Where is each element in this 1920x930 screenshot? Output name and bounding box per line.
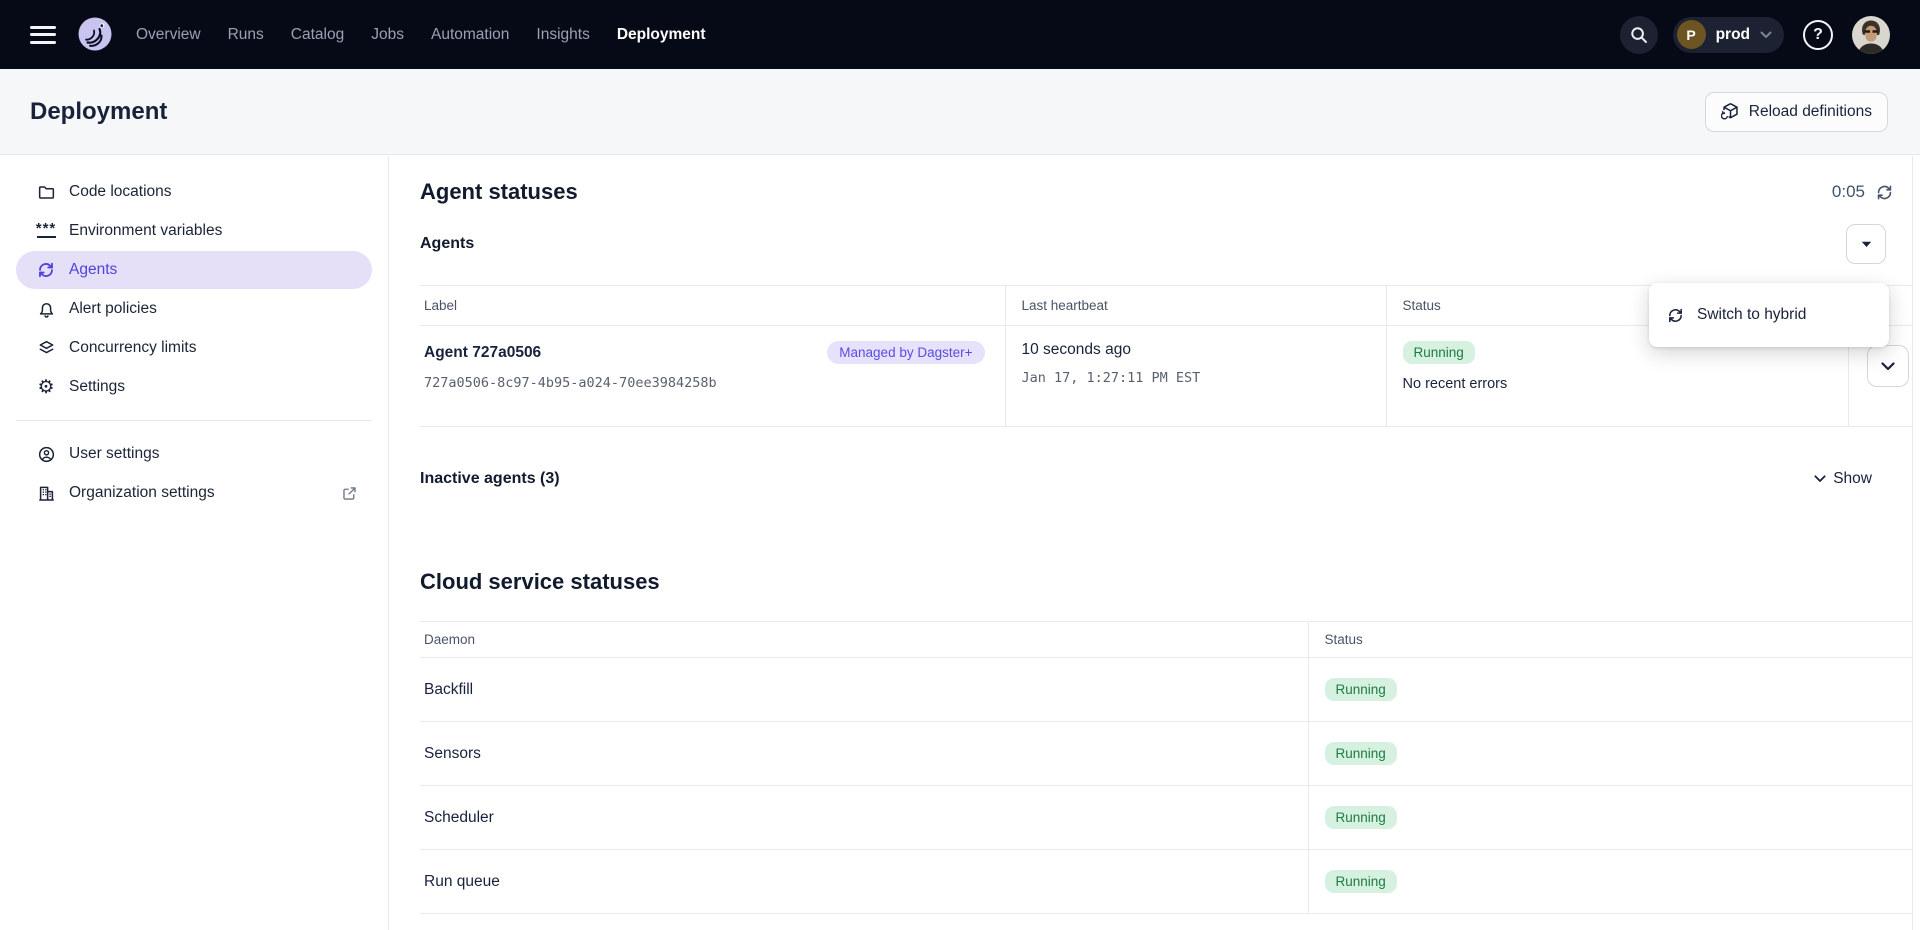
agent-id: 727a0506-8c97-4b95-a024-70ee3984258b: [424, 375, 1005, 391]
help-button[interactable]: ?: [1799, 16, 1837, 54]
daemon-row-sensors: Sensors Running: [420, 722, 1912, 786]
bell-icon: [36, 299, 56, 319]
status-badge: Running: [1325, 742, 1397, 765]
hamburger-menu-icon[interactable]: [30, 26, 56, 44]
cloud-services-table: Daemon Status Backfill Running Sensors R…: [420, 621, 1912, 914]
sidebar-item-organization-settings[interactable]: Organization settings: [16, 474, 372, 512]
status-badge: Running: [1325, 806, 1397, 829]
daemon-name: Run queue: [420, 873, 500, 890]
nav-link-jobs[interactable]: Jobs: [371, 26, 404, 44]
search-icon: [1629, 25, 1649, 45]
daemon-name: Scheduler: [420, 809, 494, 826]
sidebar-item-label: Concurrency limits: [69, 339, 196, 357]
help-icon: ?: [1803, 20, 1833, 50]
column-header-last-heartbeat: Last heartbeat: [1005, 286, 1386, 326]
nav-link-deployment[interactable]: Deployment: [617, 26, 706, 44]
user-circle-icon: [36, 444, 56, 464]
deployment-avatar: P: [1677, 20, 1706, 49]
nav-link-runs[interactable]: Runs: [228, 26, 264, 44]
sidebar-item-agents[interactable]: Agents: [16, 251, 372, 289]
status-badge: Running: [1325, 870, 1397, 893]
agents-actions-menu: Switch to hybrid: [1649, 283, 1889, 347]
agent-row-expand-button[interactable]: [1867, 345, 1909, 387]
sidebar-divider: [16, 420, 372, 421]
column-header-daemon: Daemon: [420, 622, 1308, 658]
sidebar-item-user-settings[interactable]: User settings: [16, 435, 372, 473]
sidebar-item-label: Alert policies: [69, 300, 157, 318]
chevron-down-icon: [1814, 475, 1826, 483]
sidebar-item-environment-variables[interactable]: Environment variables: [16, 212, 372, 250]
show-toggle-label: Show: [1833, 470, 1872, 488]
layers-icon: [36, 338, 56, 358]
dagster-logo-icon[interactable]: [74, 14, 116, 56]
daemon-row-backfill: Backfill Running: [420, 658, 1912, 722]
sidebar-item-label: Organization settings: [69, 484, 215, 502]
folder-icon: [36, 182, 56, 202]
daemon-name: Backfill: [420, 681, 473, 698]
inactive-agents-title: Inactive agents (3): [420, 470, 560, 488]
agents-section-title: Agents: [420, 235, 474, 253]
refresh-icon: [1875, 183, 1894, 202]
reload-definitions-button[interactable]: Reload definitions: [1705, 92, 1888, 132]
top-nav: Overview Runs Catalog Jobs Automation In…: [0, 0, 1920, 69]
user-avatar[interactable]: [1852, 16, 1890, 54]
nav-link-insights[interactable]: Insights: [536, 26, 589, 44]
search-button[interactable]: [1620, 16, 1658, 54]
managed-by-badge: Managed by Dagster+: [827, 341, 984, 364]
refresh-countdown-value: 0:05: [1832, 182, 1865, 202]
status-badge: Running: [1325, 678, 1397, 701]
sidebar-item-label: Code locations: [69, 183, 172, 201]
agent-icon: [1667, 307, 1684, 324]
sidebar-item-label: Agents: [69, 261, 117, 279]
primary-nav-links: Overview Runs Catalog Jobs Automation In…: [136, 26, 706, 44]
nav-right-cluster: P prod ?: [1620, 16, 1890, 54]
column-header-label: Label: [420, 286, 1005, 326]
daemon-row-run-queue: Run queue Running: [420, 850, 1912, 914]
user-photo: [1852, 16, 1890, 54]
nav-link-catalog[interactable]: Catalog: [291, 26, 344, 44]
cloud-table-header-row: Daemon Status: [420, 622, 1912, 658]
sidebar-item-label: Settings: [69, 378, 125, 396]
page-title: Deployment: [30, 98, 167, 126]
gear-icon: [36, 377, 56, 397]
agents-actions-dropdown-button[interactable]: [1846, 224, 1886, 264]
reload-package-icon: [1721, 102, 1740, 121]
daemon-row-scheduler: Scheduler Running: [420, 786, 1912, 850]
deployment-switcher-label: prod: [1716, 26, 1750, 44]
inactive-agents-show-toggle[interactable]: Show: [1814, 470, 1872, 488]
chevron-down-icon: [1760, 31, 1772, 39]
refresh-countdown[interactable]: 0:05: [1832, 182, 1894, 202]
building-icon: [36, 483, 56, 503]
sidebar-item-concurrency-limits[interactable]: Concurrency limits: [16, 329, 372, 367]
main-content: Agent statuses 0:05 Agents: [389, 156, 1920, 930]
daemon-name: Sensors: [420, 745, 481, 762]
status-badge: Running: [1403, 341, 1475, 364]
deployment-switcher[interactable]: P prod: [1673, 17, 1784, 53]
status-note: No recent errors: [1403, 376, 1848, 392]
nav-link-overview[interactable]: Overview: [136, 26, 201, 44]
menu-item-switch-to-hybrid[interactable]: Switch to hybrid: [1697, 306, 1806, 324]
reload-definitions-label: Reload definitions: [1749, 103, 1872, 121]
agent-icon: [36, 260, 56, 280]
sidebar-item-settings[interactable]: Settings: [16, 368, 372, 406]
heartbeat-absolute: Jan 17, 1:27:11 PM EST: [1022, 370, 1386, 386]
sidebar-item-alert-policies[interactable]: Alert policies: [16, 290, 372, 328]
agent-name[interactable]: Agent 727a0506: [424, 344, 541, 362]
external-link-icon: [341, 485, 358, 502]
sidebar-item-code-locations[interactable]: Code locations: [16, 173, 372, 211]
column-header-status: Status: [1308, 622, 1912, 658]
nav-link-automation[interactable]: Automation: [431, 26, 509, 44]
caret-down-icon: [1861, 241, 1872, 248]
heartbeat-relative: 10 seconds ago: [1022, 341, 1386, 359]
chevron-down-icon: [1881, 362, 1895, 371]
cloud-service-statuses-title: Cloud service statuses: [420, 569, 1912, 595]
deployment-sidebar: Code locations Environment variables Age…: [0, 156, 389, 930]
agent-statuses-title: Agent statuses: [420, 179, 578, 205]
sidebar-item-label: Environment variables: [69, 222, 222, 240]
sidebar-item-label: User settings: [69, 445, 159, 463]
page-header: Deployment Reload definitions: [0, 69, 1920, 155]
env-vars-icon: [36, 221, 56, 241]
